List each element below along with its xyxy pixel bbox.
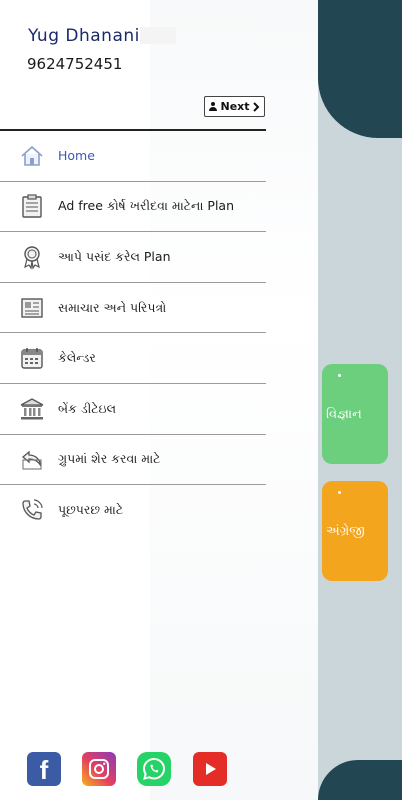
award-badge-icon — [19, 244, 45, 270]
home-icon — [19, 143, 45, 169]
youtube-icon[interactable] — [193, 752, 227, 786]
background-card-english: અંગ્રેજી — [322, 481, 388, 581]
menu-item-label: Ad free કોર્ષ ખરીદવા માટેના Plan — [58, 198, 234, 214]
calendar-icon — [19, 345, 45, 371]
menu-item-selected-plan[interactable]: આપે પસંદ કરેલ Plan — [0, 232, 266, 283]
whatsapp-icon[interactable] — [137, 752, 171, 786]
background-card-science: વિજ્ઞાન — [322, 364, 388, 464]
menu-item-label: કેલેન્ડર — [58, 350, 96, 366]
next-button-label: Next — [220, 100, 250, 113]
phone-ringing-icon — [19, 497, 45, 523]
background-card-science-label: વિજ્ઞાન — [326, 406, 362, 422]
menu-item-label: ગ્રુપમાં શેર કરવા માટે — [58, 451, 161, 467]
background-header — [318, 0, 402, 138]
background-footer — [318, 760, 402, 800]
person-icon — [209, 102, 218, 111]
background-app: વિજ્ઞાન અંગ્રેજી — [318, 0, 402, 800]
menu-item-news[interactable]: સમાચાર અને પરિપત્રો — [0, 283, 266, 334]
facebook-icon[interactable]: f — [27, 752, 61, 786]
menu-item-ad-free-plan[interactable]: Ad free કોર્ષ ખરીદવા માટેના Plan — [0, 182, 266, 233]
background-card-english-label: અંગ્રેજી — [326, 523, 365, 539]
user-phone: 9624752451 — [27, 55, 123, 73]
menu-item-label: આપે પસંદ કરેલ Plan — [58, 248, 171, 264]
instagram-icon[interactable] — [82, 752, 116, 786]
next-button[interactable]: Next — [204, 96, 265, 117]
social-links: f — [0, 752, 318, 788]
menu-item-enquiry[interactable]: પૂછપરછ માટે — [0, 485, 266, 536]
navigation-drawer: Yug Dhanani 9624752451 Next Home Ad free… — [0, 0, 318, 800]
newspaper-icon — [19, 295, 45, 321]
menu-item-share-in-group[interactable]: ગ્રુપમાં શેર કરવા માટે — [0, 435, 266, 486]
user-name: Yug Dhanani — [28, 26, 140, 46]
chevron-right-icon — [252, 101, 259, 112]
menu-item-bank-details[interactable]: બેંક ડીટેઇલ — [0, 384, 266, 435]
menu-item-calendar[interactable]: કેલેન્ડર — [0, 333, 266, 384]
bank-icon — [19, 396, 45, 422]
menu-item-label: Home — [58, 148, 95, 164]
drawer-menu: Home Ad free કોર્ષ ખરીદવા માટેના Plan આપ… — [0, 131, 266, 536]
menu-item-label: બેંક ડીટેઇલ — [58, 400, 117, 416]
menu-item-label: સમાચાર અને પરિપત્રો — [58, 299, 167, 315]
menu-item-home[interactable]: Home — [0, 131, 266, 182]
share-icon — [19, 446, 45, 472]
clipboard-list-icon — [19, 193, 45, 219]
menu-item-label: પૂછપરછ માટે — [58, 502, 124, 518]
